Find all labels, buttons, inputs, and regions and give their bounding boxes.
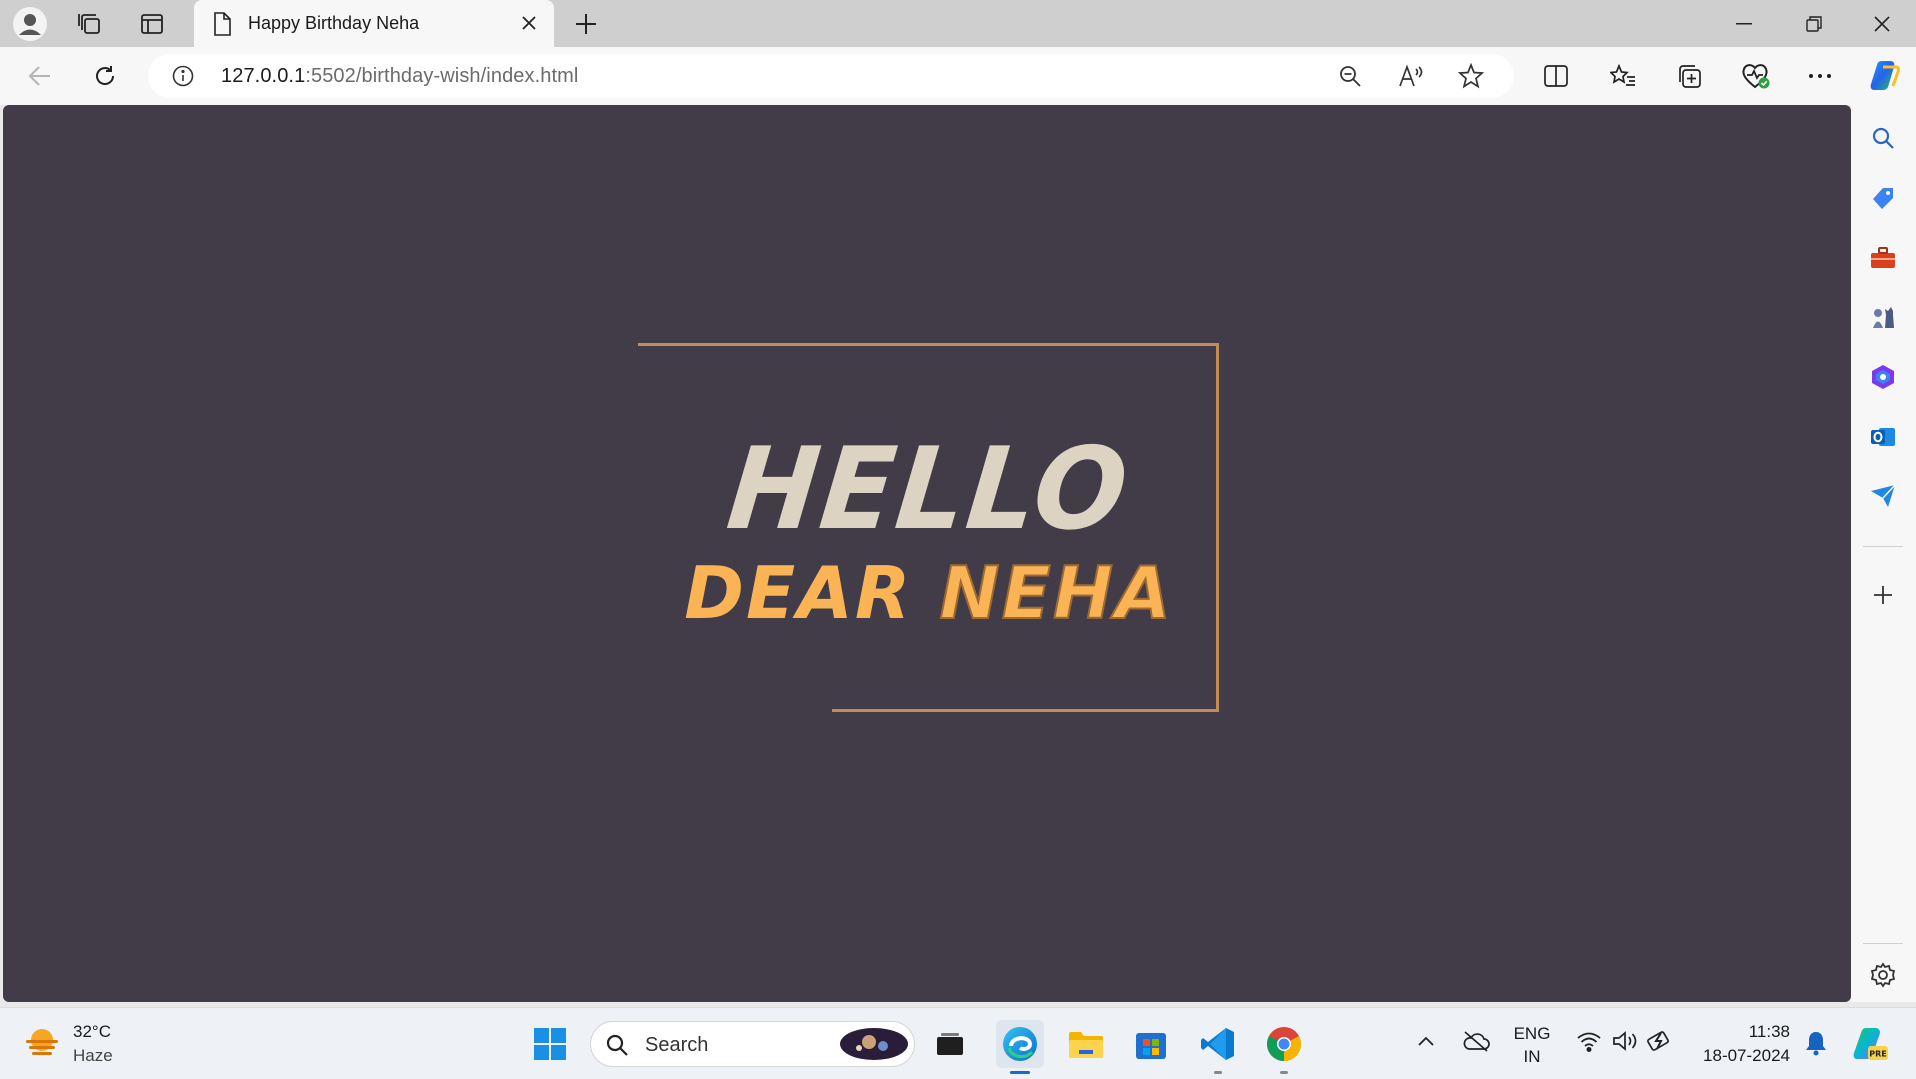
vscode-icon[interactable] <box>1194 1020 1242 1074</box>
search-highlight-image <box>839 1027 909 1066</box>
site-info-icon[interactable] <box>172 65 194 92</box>
greeting-frame: HELLO DEAR NEHA <box>638 343 1219 712</box>
zoom-out-icon[interactable] <box>1338 64 1362 93</box>
title-bar: Happy Birthday Neha <box>0 0 1916 47</box>
tab-title: Happy Birthday Neha <box>248 13 420 33</box>
active-app-indicator <box>1010 1071 1030 1074</box>
dear-name-heading: DEAR NEHA <box>638 550 1219 636</box>
minimize-button[interactable] <box>1710 0 1778 47</box>
profile-icon[interactable] <box>12 6 48 42</box>
workspaces-icon[interactable] <box>72 6 108 42</box>
tab-actions-icon[interactable] <box>134 6 170 42</box>
address-bar[interactable]: 127.0.0.1:5502/birthday-wish/index.html <box>148 54 1514 98</box>
svg-text:PRE: PRE <box>1869 1050 1887 1059</box>
chevron-up-icon[interactable] <box>1417 1034 1435 1052</box>
taskbar: 32°C Haze Search ENG IN 11:38 18-07-2024… <box>0 1007 1916 1079</box>
notification-bell-icon[interactable] <box>1804 1030 1828 1061</box>
new-tab-icon[interactable] <box>568 6 604 42</box>
read-aloud-icon[interactable] <box>1398 64 1424 93</box>
send-icon[interactable] <box>1863 476 1903 516</box>
tag-icon[interactable] <box>1863 178 1903 218</box>
favorite-star-icon[interactable] <box>1457 62 1485 94</box>
chrome-icon[interactable] <box>1260 1020 1308 1074</box>
edge-taskbar-icon[interactable] <box>996 1020 1044 1074</box>
weather-description[interactable]: Haze <box>73 1046 113 1066</box>
clock-date[interactable]: 18-07-2024 <box>1690 1046 1790 1066</box>
sidebar-divider-bottom <box>1863 943 1903 944</box>
volume-icon[interactable] <box>1612 1030 1640 1057</box>
search-icon[interactable] <box>1863 118 1903 158</box>
clock-time[interactable]: 11:38 <box>1690 1022 1790 1042</box>
running-indicator <box>1214 1071 1222 1074</box>
hello-heading: HELLO <box>721 423 1136 556</box>
frame-bottom-border <box>832 709 1219 712</box>
running-indicator <box>1280 1071 1288 1074</box>
browser-essentials-icon[interactable] <box>1736 56 1776 96</box>
url-path: :5502/birthday-wish/index.html <box>305 65 579 87</box>
settings-icon[interactable] <box>1863 955 1903 995</box>
refresh-icon[interactable] <box>85 56 125 96</box>
haze-weather-icon[interactable] <box>24 1026 60 1065</box>
more-menu-icon[interactable] <box>1800 56 1840 96</box>
close-tab-icon[interactable] <box>516 10 542 36</box>
chess-icon[interactable] <box>1863 297 1903 337</box>
taskbar-search[interactable]: Search <box>590 1021 915 1067</box>
cloud-offline-icon[interactable] <box>1462 1030 1490 1057</box>
weather-temperature[interactable]: 32°C <box>73 1022 111 1042</box>
edge-sidebar <box>1851 105 1916 1002</box>
search-placeholder: Search <box>645 1034 709 1056</box>
sidebar-divider <box>1863 546 1903 547</box>
page-viewport: HELLO DEAR NEHA <box>3 105 1851 1002</box>
dear-text: DEAR <box>684 551 940 635</box>
page-icon <box>212 12 232 41</box>
back-icon[interactable] <box>20 56 60 96</box>
copilot-icon[interactable] <box>1864 55 1904 95</box>
add-icon[interactable] <box>1863 575 1903 615</box>
microsoft-store-icon[interactable] <box>1127 1020 1175 1068</box>
office-icon[interactable] <box>1863 357 1903 397</box>
search-icon <box>605 1033 629 1062</box>
windows-start-icon[interactable] <box>526 1020 574 1068</box>
battery-charging-icon[interactable] <box>1647 1029 1675 1058</box>
restore-button[interactable] <box>1780 0 1848 47</box>
split-screen-icon[interactable] <box>1536 56 1576 96</box>
wifi-icon[interactable] <box>1576 1030 1602 1057</box>
toolbox-icon[interactable] <box>1863 238 1903 278</box>
task-view-icon[interactable] <box>926 1020 974 1068</box>
url-host: 127.0.0.1 <box>221 65 306 87</box>
favorites-icon[interactable] <box>1603 56 1643 96</box>
frame-top-border <box>638 343 1219 346</box>
browser-toolbar: 127.0.0.1:5502/birthday-wish/index.html <box>0 47 1916 105</box>
language-code[interactable]: ENG <box>1512 1024 1552 1044</box>
url-text[interactable]: 127.0.0.1:5502/birthday-wish/index.html <box>221 65 578 88</box>
close-window-button[interactable] <box>1848 0 1916 47</box>
region-code[interactable]: IN <box>1512 1047 1552 1067</box>
outlook-icon[interactable] <box>1863 417 1903 457</box>
frame-right-border <box>1216 343 1219 712</box>
copilot-preview-icon[interactable]: PRE <box>1850 1024 1888 1067</box>
name-text: NEHA <box>938 550 1173 636</box>
tab-active[interactable]: Happy Birthday Neha <box>194 0 554 47</box>
file-explorer-icon[interactable] <box>1062 1020 1110 1068</box>
collections-icon[interactable] <box>1669 56 1709 96</box>
